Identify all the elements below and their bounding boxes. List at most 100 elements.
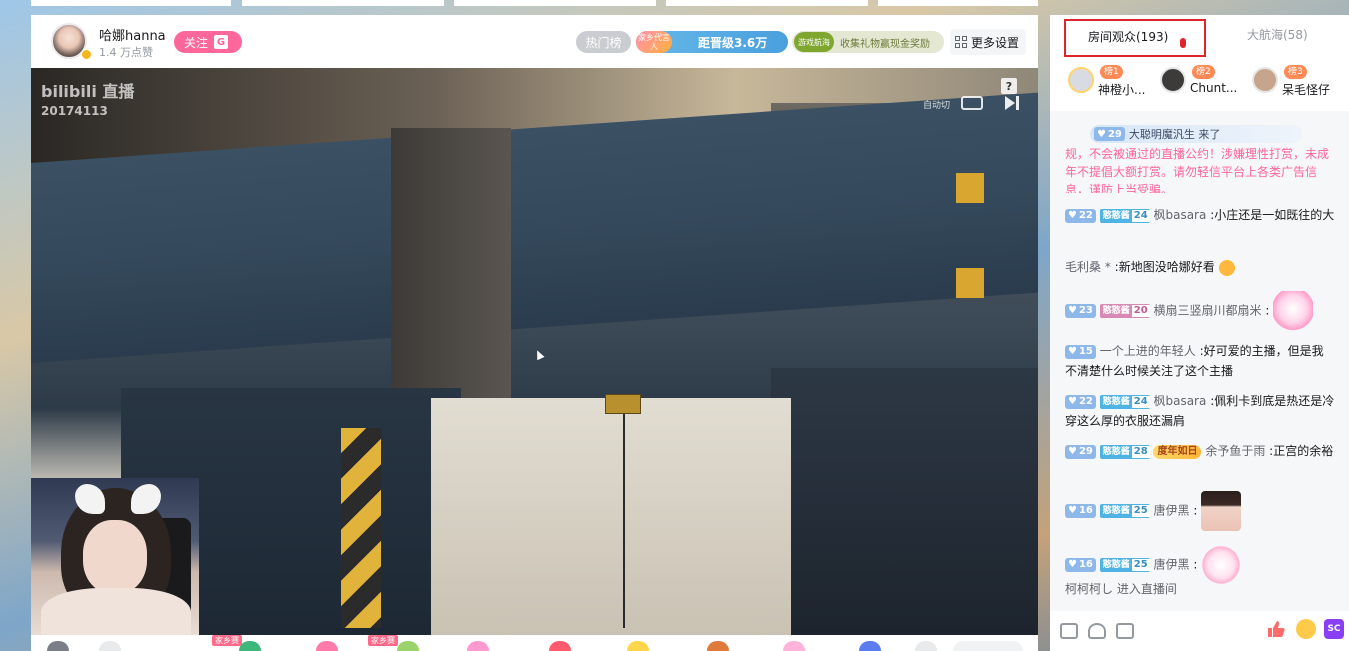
auto-switch-label[interactable]: 自动切 <box>923 98 950 111</box>
sidebar: 房间观众(193) 大航海(58) 榜1 神橙小... 榜2 Chunt... … <box>1050 15 1349 651</box>
sticker-icon[interactable] <box>1088 623 1106 639</box>
hot-rank-button[interactable]: 热门榜 <box>576 31 631 53</box>
gift-icon[interactable] <box>467 641 489 651</box>
chat-username[interactable]: 横扇三竖扇川都扇米 <box>1153 304 1261 318</box>
chat-content: :新地图没哈娜好看 <box>1114 260 1215 274</box>
rank-progress-label: 距晋级3.6万 <box>698 35 768 50</box>
rank-badge: 榜1 <box>1100 65 1123 79</box>
gift-icon[interactable] <box>627 641 649 651</box>
gift-icon[interactable] <box>915 641 937 651</box>
streamer-name[interactable]: 哈娜hanna <box>99 25 166 44</box>
player-column: 哈娜hanna 1.4 万点赞 关注 G 热门榜 家乡代言人 距晋级3.6万 游… <box>31 15 1038 651</box>
super-chat-button[interactable]: SC <box>1324 619 1344 639</box>
chat-content: : <box>1265 303 1270 318</box>
chat-content: :小庄还是一如既往的大 <box>1210 208 1335 222</box>
entry-notice-text: 大聪明魔汎生 来了 <box>1128 128 1221 141</box>
system-notice: 规，不会被通过的直播公约！涉嫌理性打赏，未成年不提倡大额打赏。请勿轻信平台上各类… <box>1065 147 1330 193</box>
video-scene-hazard-stripe <box>341 428 381 628</box>
chat-message: 毛利桑 * :新地图没哈娜好看 <box>1065 257 1335 277</box>
user-level-badge: ♥ 16 <box>1065 504 1096 518</box>
user-level-badge: ♥ 22 <box>1065 208 1096 223</box>
user-level-badge: ♥ 22 <box>1065 394 1096 409</box>
user-level-badge: ♥ 29 <box>1094 127 1125 141</box>
gift-icon[interactable] <box>99 641 121 651</box>
gift-event-label: 收集礼物赢现金奖励 <box>840 38 930 50</box>
video-scene-tag <box>605 394 641 414</box>
verified-badge-icon <box>81 49 92 60</box>
tab-room-audience[interactable]: 房间观众(193) <box>1064 19 1206 57</box>
user-avatar-icon[interactable] <box>47 641 69 651</box>
rank-name: 神橙小... <box>1098 83 1146 97</box>
game-voyage-icon: 游戏航海 <box>794 32 834 52</box>
fan-medal: 憨憨酱 24 <box>1099 208 1150 223</box>
gift-more-button[interactable] <box>953 641 1023 651</box>
photo-sticker-icon <box>1201 491 1242 531</box>
chat-username[interactable]: 唐伊黑 <box>1153 504 1189 518</box>
chat-username[interactable]: 唐伊黑 <box>1153 558 1189 572</box>
follow-button[interactable]: 关注 G <box>174 31 242 53</box>
rank-name: Chunt... <box>1190 81 1238 95</box>
video-player[interactable]: bilibili 直播 20174113 ? 自动切 <box>31 68 1038 635</box>
user-level-badge: ♥ 23 <box>1065 304 1096 318</box>
next-icon[interactable] <box>1005 96 1021 110</box>
audience-panel: 房间观众(193) 大航海(58) 榜1 神橙小... 榜2 Chunt... … <box>1050 15 1349 111</box>
thumbs-up-icon[interactable] <box>1266 619 1286 639</box>
more-settings-button[interactable]: 更多设置 <box>950 29 1026 55</box>
chat-message: ♥ 22 憨憨酱 24 枫basara :小庄还是一如既往的大 <box>1065 205 1335 225</box>
more-settings-label: 更多设置 <box>971 35 1020 50</box>
rank-name: 呆毛怪仔 <box>1282 83 1331 97</box>
gift-icon[interactable] <box>316 641 338 651</box>
chat-toolbar: SC <box>1050 611 1349 651</box>
gift-event-pill[interactable]: 游戏航海 收集礼物赢现金奖励 <box>792 31 944 53</box>
rank-user-1[interactable]: 榜1 神橙小... <box>1068 65 1158 97</box>
video-scene-crack <box>623 408 625 628</box>
gift-icon[interactable] <box>859 641 881 651</box>
video-scene-marker <box>956 268 984 298</box>
chat-message: ♥ 29 憨憨酱 28 度年如日 余予鱼于雨 :正宫的余裕 <box>1065 441 1335 461</box>
video-scene-marker <box>956 173 984 203</box>
chat-content: : <box>1193 503 1198 518</box>
danmaku-settings-icon[interactable] <box>1060 623 1078 639</box>
gift-icon[interactable] <box>397 641 419 651</box>
gift-icon[interactable] <box>239 641 261 651</box>
rank-badge: 榜2 <box>1192 65 1215 79</box>
user-level-badge: ♥ 29 <box>1065 444 1096 459</box>
fan-medal: 憨憨酱 25 <box>1099 504 1150 518</box>
hometown-tag: 家乡赛 <box>368 635 398 646</box>
hometown-tag: 家乡赛 <box>212 635 242 646</box>
chat-username[interactable]: 毛利桑 * <box>1065 260 1111 274</box>
loop-icon[interactable] <box>961 96 983 110</box>
rank-user-3[interactable]: 榜3 呆毛怪仔 <box>1252 65 1347 97</box>
chat-username[interactable]: 余予鱼于雨 <box>1205 444 1265 458</box>
chat-username[interactable]: 枫basara <box>1153 208 1206 222</box>
player-header: 哈娜hanna 1.4 万点赞 关注 G 热门榜 家乡代言人 距晋级3.6万 游… <box>31 15 1038 68</box>
entry-notice: ♥ 29 大聪明魔汎生 来了 <box>1090 125 1302 143</box>
fan-medal: 憨憨酱 28 <box>1099 444 1150 459</box>
chat-input-icon[interactable] <box>1116 623 1134 639</box>
tab-fleet[interactable]: 大航海(58) <box>1247 26 1308 43</box>
gift-icon[interactable] <box>783 641 805 651</box>
follow-label: 关注 <box>184 35 209 50</box>
top-strip <box>454 0 656 6</box>
chat-message: ♥ 16 憨憨酱 25 唐伊黑 : <box>1065 491 1335 531</box>
gift-icon[interactable] <box>549 641 571 651</box>
rank-avatar <box>1252 67 1278 93</box>
chat-message: ♥ 22 憨憨酱 24 枫basara :佩利卡到底是热还是冷 穿这么厚的衣服还漏肩 <box>1065 391 1335 431</box>
chat-message: ♥ 23 憨憨酱 20 横扇三竖扇川都扇米 : <box>1065 291 1335 331</box>
chat-username[interactable]: 枫basara <box>1153 394 1206 408</box>
user-level-badge: ♥ 16 <box>1065 558 1096 572</box>
emoji-face-icon[interactable] <box>1296 619 1316 639</box>
surprised-emoji-icon <box>1218 259 1235 276</box>
top-strip <box>666 0 868 6</box>
hometown-rank-pill[interactable]: 家乡代言人 距晋级3.6万 <box>636 31 788 53</box>
chat-list[interactable]: ♥ 29 大聪明魔汎生 来了 规，不会被通过的直播公约！涉嫌理性打赏，未成年不提倡… <box>1050 111 1349 611</box>
rank-user-2[interactable]: 榜2 Chunt... <box>1160 65 1250 97</box>
streamer-webcam <box>31 478 199 635</box>
chat-username[interactable]: 一个上进的年轻人 <box>1100 344 1196 358</box>
gift-icon[interactable] <box>707 641 729 651</box>
user-level-badge: ♥ 15 <box>1065 344 1096 359</box>
fan-medal: 憨憨酱 24 <box>1099 394 1150 409</box>
top-strip <box>878 0 1038 6</box>
help-icon[interactable]: ? <box>1001 78 1017 94</box>
fan-medal: 憨憨酱 25 <box>1099 558 1150 572</box>
